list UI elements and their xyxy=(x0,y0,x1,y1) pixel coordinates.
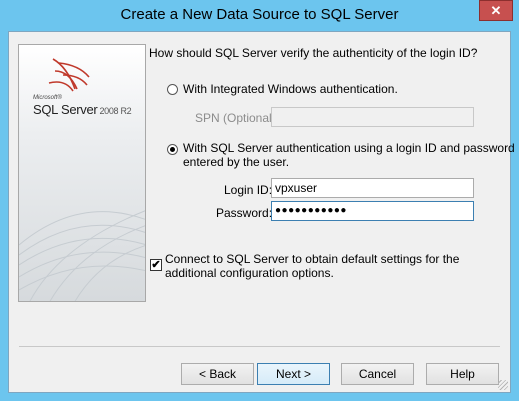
password-label: Password: xyxy=(216,206,273,220)
spn-label: SPN (Optional): xyxy=(195,111,280,125)
dialog-body: Microsoft® SQL Server 2008 R2 How should … xyxy=(8,31,515,393)
sql-auth-radio[interactable] xyxy=(167,144,178,155)
password-input[interactable]: ●●●●●●●●●●● xyxy=(271,201,474,221)
sql-server-logo-graphic xyxy=(19,58,145,301)
connect-settings-label-line2[interactable]: additional configuration options. xyxy=(165,266,334,280)
product-wordmark: SQL Server 2008 R2 xyxy=(33,102,132,117)
microsoft-wordmark: Microsoft® xyxy=(33,95,62,101)
help-button[interactable]: Help xyxy=(426,363,499,385)
title-bar[interactable]: Create a New Data Source to SQL Server ✕ xyxy=(0,0,519,31)
spn-input[interactable] xyxy=(271,107,474,127)
connect-settings-checkbox[interactable]: ✔ xyxy=(150,259,162,271)
window-title: Create a New Data Source to SQL Server xyxy=(120,6,399,23)
cancel-button[interactable]: Cancel xyxy=(341,363,414,385)
connect-settings-label-line1[interactable]: Connect to SQL Server to obtain default … xyxy=(165,252,459,266)
resize-grip[interactable] xyxy=(498,380,508,390)
windows-auth-radio[interactable] xyxy=(167,84,178,95)
login-id-input[interactable]: vpxuser xyxy=(271,178,474,198)
auth-question: How should SQL Server verify the authent… xyxy=(149,46,478,60)
close-button[interactable]: ✕ xyxy=(479,0,513,21)
sql-auth-label-line2[interactable]: entered by the user. xyxy=(183,155,289,169)
sql-server-banner: Microsoft® SQL Server 2008 R2 xyxy=(18,44,146,302)
windows-auth-label[interactable]: With Integrated Windows authentication. xyxy=(183,82,398,96)
dialog-window: Create a New Data Source to SQL Server ✕ xyxy=(0,0,519,401)
product-name: SQL Server xyxy=(33,102,98,117)
login-id-label: Login ID: xyxy=(224,183,273,197)
close-icon: ✕ xyxy=(490,2,502,18)
back-button[interactable]: < Back xyxy=(181,363,254,385)
next-button[interactable]: Next > xyxy=(257,363,330,385)
product-version: 2008 R2 xyxy=(99,106,132,116)
sql-auth-label-line1[interactable]: With SQL Server authentication using a l… xyxy=(183,141,515,155)
button-separator xyxy=(19,346,500,347)
checkmark-icon: ✔ xyxy=(151,259,161,271)
